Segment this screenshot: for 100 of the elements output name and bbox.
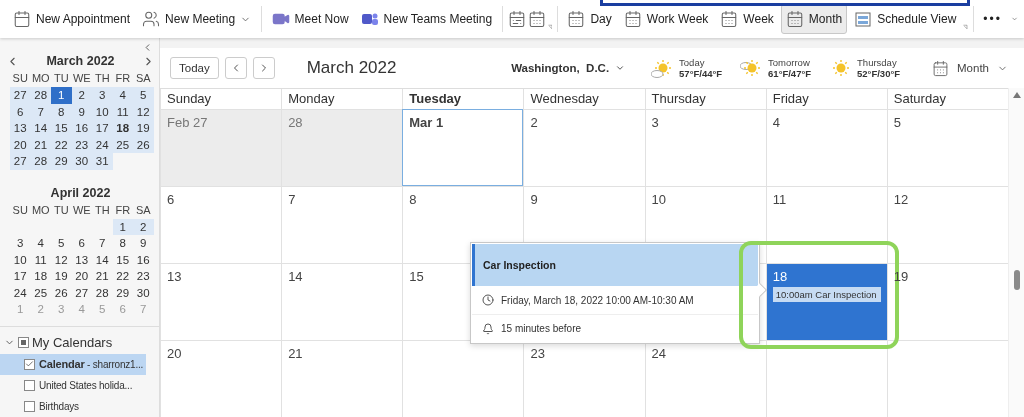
day-cell[interactable]: 2 (523, 109, 645, 186)
day-cell[interactable]: 13 (160, 263, 282, 340)
location-dropdown[interactable]: Washington, D.C. (505, 61, 632, 75)
mini-calendar-day[interactable]: 29 (51, 153, 72, 170)
day-cell[interactable]: 21 (281, 340, 403, 417)
mini-calendar-day[interactable]: 13 (10, 120, 31, 137)
mini-calendar-day[interactable]: 31 (92, 153, 113, 170)
day-number: 28 (288, 115, 303, 130)
mini-calendar-day[interactable]: 22 (112, 268, 133, 285)
day-cell[interactable]: 24 (644, 340, 766, 417)
weekday-label: FR (114, 71, 132, 86)
toolbar-button[interactable]: New Meeting (137, 4, 257, 34)
day-cell[interactable]: 7 (281, 186, 403, 263)
calendar-list-item[interactable]: Birthdays (0, 395, 146, 417)
mini-calendar-day[interactable]: 7 (92, 235, 113, 252)
day-number: 23 (530, 346, 545, 361)
calendar-name: Birthdays (39, 400, 79, 412)
forecast-temperature: 57°F/44°F (679, 68, 723, 79)
today-button[interactable]: Today (170, 57, 219, 79)
mini-calendar-day[interactable]: 4 (112, 87, 133, 104)
mini-calendar-day[interactable]: 9 (133, 235, 154, 252)
mini-calendar-day[interactable]: 2 (133, 218, 154, 235)
weekday-label: TU (52, 71, 70, 86)
mini-calendar-day[interactable]: 19 (51, 268, 72, 285)
mini-calendar-day[interactable]: 30 (71, 153, 92, 170)
day-cell[interactable]: 11 (765, 186, 887, 263)
mini-calendar-day[interactable]: 3 (92, 87, 113, 104)
mini-calendar-day[interactable]: 18 (30, 268, 51, 285)
weekday-label: FR (114, 202, 132, 218)
day-cell[interactable]: 12 (886, 186, 1008, 263)
mini-calendar-day[interactable]: 27 (10, 153, 31, 170)
mini-calendar-day[interactable]: 11 (30, 251, 51, 268)
toolbar-button[interactable]: New Appointment (8, 4, 136, 34)
mini-calendar-day[interactable]: 12 (51, 251, 72, 268)
day-cell[interactable]: 18 10:00am Car Inspection (765, 263, 887, 340)
toolbar-button[interactable]: Schedule View (849, 4, 962, 34)
mini-calendar-day[interactable]: 18 (112, 120, 133, 137)
event-chip[interactable]: 10:00am Car Inspection (772, 287, 881, 302)
mini-calendar-day[interactable]: 15 (112, 251, 133, 268)
forecast-day: Thursday (857, 57, 901, 68)
toolbar-button[interactable]: Work Week (618, 4, 714, 34)
weekday-label: WE (71, 71, 92, 86)
mini-calendar-day[interactable]: 15 (51, 120, 72, 137)
mini-calendar-day[interactable]: 23 (133, 268, 154, 285)
mini-calendar-day[interactable]: 14 (30, 120, 51, 137)
day-cell[interactable]: Mar 1 (402, 109, 524, 186)
mini-calendar-day[interactable]: 27 (10, 87, 31, 104)
mini-calendar-day[interactable]: 14 (92, 251, 113, 268)
day-cell[interactable]: 28 (281, 109, 403, 186)
mini-calendar-day[interactable]: 3 (10, 235, 31, 252)
mini-calendar-day[interactable]: 2 (71, 87, 92, 104)
mini-calendar-day[interactable]: 27 (71, 284, 92, 301)
day-number: 21 (288, 346, 303, 361)
mini-calendar-day[interactable]: 13 (71, 251, 92, 268)
calendar-list-item[interactable]: United States holida... (0, 374, 146, 396)
weekday-label: SA (134, 71, 152, 86)
mini-calendar-day[interactable]: 5 (51, 235, 72, 252)
day-number: 11 (772, 192, 787, 207)
view-dropdown[interactable]: Month (926, 58, 1014, 78)
mini-calendar-day[interactable]: 21 (92, 268, 113, 285)
mini-calendar-day[interactable]: 5 (133, 87, 154, 104)
mini-calendar-day[interactable]: 17 (92, 120, 113, 137)
forecast-temperature: 52°F/30°F (857, 68, 901, 79)
mini-calendar-day[interactable]: 28 (30, 87, 51, 104)
mini-calendar-day[interactable]: 6 (71, 235, 92, 252)
calendar-list-item[interactable]: Calendar - sharronz1... (0, 353, 146, 375)
weekday-label: WE (71, 202, 92, 218)
toolbar-button[interactable]: Week (715, 4, 779, 34)
mini-calendar-day[interactable]: 4 (30, 235, 51, 252)
day-cell[interactable]: 20 (160, 340, 282, 417)
mini-calendar-day[interactable]: 16 (71, 120, 92, 137)
mini-calendar-day[interactable]: 1 (51, 87, 72, 104)
day-cell[interactable]: 6 (160, 186, 282, 263)
mini-calendar-day[interactable]: 28 (30, 153, 51, 170)
mini-calendar-day[interactable]: 20 (71, 268, 92, 285)
mini-calendar-day[interactable]: 1 (112, 218, 133, 235)
mini-calendar-day[interactable]: 17 (10, 268, 31, 285)
mini-calendar-day[interactable]: 16 (133, 251, 154, 268)
mini-calendar-day[interactable]: 25 (30, 284, 51, 301)
toolbar-button[interactable]: Meet Now (266, 4, 354, 34)
mini-calendar-day[interactable]: 10 (10, 251, 31, 268)
day-number: 12 (893, 192, 909, 207)
calendar-name: Calendar - sharronz1... (39, 358, 144, 370)
mini-calendar-day[interactable]: 19 (133, 120, 154, 137)
day-cell[interactable]: 3 (644, 109, 766, 186)
mini-calendar-day[interactable]: 8 (112, 235, 133, 252)
toolbar-button[interactable]: New Teams Meeting (355, 4, 498, 34)
mini-calendar-day[interactable]: 24 (10, 284, 31, 301)
more-button[interactable]: ••• (978, 4, 1007, 34)
mini-calendar-day[interactable]: 26 (51, 284, 72, 301)
day-cell[interactable]: Feb 27 (160, 109, 282, 186)
mini-calendar-day[interactable]: 28 (92, 284, 113, 301)
mini-calendar-day[interactable]: 30 (133, 284, 154, 301)
toolbar-button[interactable]: Day (562, 4, 617, 34)
weekday-label: SU (11, 71, 29, 86)
day-cell[interactable]: 4 (765, 109, 887, 186)
day-cell[interactable]: 14 (281, 263, 403, 340)
toolbar-button[interactable]: Month (780, 4, 848, 34)
day-cell[interactable]: 5 (886, 109, 1008, 186)
mini-calendar-day[interactable]: 29 (112, 284, 133, 301)
